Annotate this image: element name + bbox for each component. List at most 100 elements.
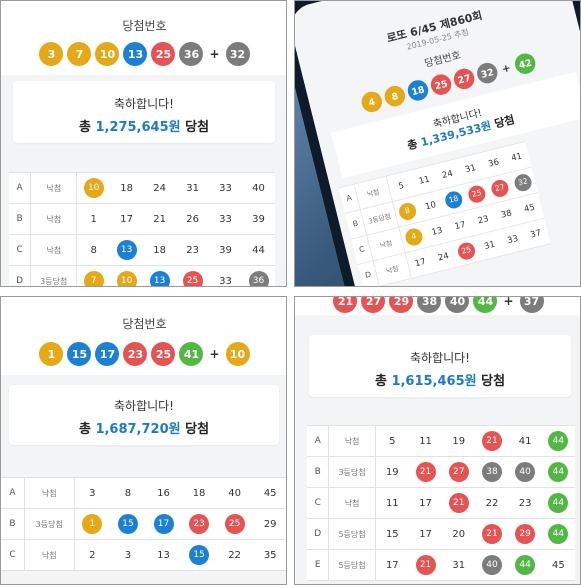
matched-number-ball: 32 <box>512 172 534 193</box>
prize-amount: 1,687,720원 <box>95 422 181 437</box>
number-cell: 40 <box>508 456 542 488</box>
number-cell: 23 <box>181 508 217 540</box>
number-cell: 45 <box>541 549 575 581</box>
matched-number-ball: 21 <box>481 431 502 451</box>
number-cell: 40 <box>475 549 509 581</box>
table-row: B 3등당첨 19 21 27 38 40 44 <box>307 456 575 488</box>
row-rank: 5등당첨 <box>328 549 376 581</box>
panel-bottom-left: 당첨번호 1 15 17 23 25 41 +10 축하합니다! 총 1,687,720원 … <box>0 296 287 585</box>
number-cell: 33 <box>209 172 242 204</box>
row-rank: 3등당첨 <box>30 265 78 286</box>
matched-number-ball: 8 <box>397 201 418 222</box>
row-letter: D <box>9 265 32 286</box>
matched-number-ball: 44 <box>515 555 536 575</box>
prize-prefix: 총 <box>78 120 91 135</box>
number-text: 13 <box>157 549 170 561</box>
matched-number-ball: 44 <box>548 524 569 544</box>
number-ball-icon: 21 <box>333 297 358 313</box>
number-cell: 17 <box>145 508 182 540</box>
number-cell: 11 <box>375 487 409 519</box>
number-text: 41 <box>510 151 524 163</box>
number-cell: 22 <box>216 539 253 571</box>
ticket-table: A 낙첨 5 11 19 21 41 44 B 3등당첨 19 21 27 38 40 44 C 낙첨 11 17 21… <box>307 425 575 581</box>
matched-number-ball: 13 <box>149 271 170 286</box>
winning-numbers-title: 당첨번호 <box>122 19 167 33</box>
matched-number-ball: 44 <box>548 462 569 482</box>
number-cell: 24 <box>143 172 177 204</box>
number-cell: 17 <box>408 487 443 519</box>
row-rank: 낙첨 <box>30 172 78 204</box>
winning-header: 당첨번호 1 15 17 23 25 41 +10 <box>1 297 286 375</box>
number-ball-icon: 3 <box>39 42 64 66</box>
number-text: 21 <box>153 213 166 225</box>
phone-device: 로또 6/45 제860회 2019-05-25 추첨 당첨번호 4 8 18 25 2… <box>295 1 580 286</box>
number-cell: 33 <box>209 265 242 287</box>
number-text: 15 <box>385 528 399 540</box>
ticket-table: A 낙첨 10 18 24 31 33 40 B 낙첨 1 17 21 26 33 39 C 낙첨 8 13 18 23 3… <box>9 172 275 287</box>
number-ball-icon: 36 <box>179 42 204 66</box>
matched-number-ball: 17 <box>153 514 174 534</box>
panel-top-right: 로또 6/45 제860회 2019-05-25 추첨 당첨번호 4 8 18 25 2… <box>294 0 581 287</box>
prize-total: 총 1,615,465원 당첨 <box>309 370 571 389</box>
number-cell: 16 <box>145 477 182 509</box>
number-cell: 11 <box>408 425 443 457</box>
number-ball-icon: 41 <box>179 342 204 366</box>
number-cell: 20 <box>442 518 476 550</box>
number-cell: 19 <box>375 456 409 488</box>
number-text: 11 <box>419 435 432 447</box>
number-cell: 25 <box>176 265 210 286</box>
number-text: 33 <box>506 233 520 246</box>
number-cell: 18 <box>143 234 177 266</box>
number-text: 1 <box>90 213 97 225</box>
row-letter: B <box>1 508 25 540</box>
number-ball-icon: 13 <box>123 42 148 66</box>
row-rank: 낙첨 <box>24 477 75 509</box>
number-cell: 13 <box>145 539 182 571</box>
prize-suffix: 당첨 <box>481 374 506 389</box>
number-text: 18 <box>153 244 166 256</box>
matched-number-ball: 25 <box>182 271 203 286</box>
number-ball-icon: 29 <box>389 297 414 313</box>
table-row: C 낙첨 2 3 13 15 22 35 <box>1 539 286 571</box>
number-text: 19 <box>385 466 399 478</box>
number-cell: 31 <box>442 549 476 581</box>
matched-number-ball: 15 <box>117 514 138 534</box>
matched-number-ball: 36 <box>248 271 269 286</box>
number-cell: 22 <box>475 487 509 519</box>
plus-sign: + <box>503 296 514 308</box>
number-text: 5 <box>389 435 396 447</box>
number-text: 17 <box>120 213 134 225</box>
plus-sign: + <box>209 347 220 361</box>
matched-number-ball: 27 <box>448 462 469 482</box>
number-text: 3 <box>89 487 96 499</box>
matched-number-ball: 21 <box>481 524 502 544</box>
number-text: 8 <box>124 487 132 499</box>
number-cell: 13 <box>143 265 177 286</box>
number-text: 33 <box>219 182 232 194</box>
winning-header: 당첨번호 3 7 10 13 25 36 +32 <box>1 1 286 75</box>
panel-bottom-right: 21 27 29 38 40 44 +37 축하합니다! 총 1,615,465원 당첨 A… <box>294 296 581 585</box>
congrats-text: 축하합니다! <box>113 399 174 413</box>
number-text: 22 <box>485 497 499 509</box>
number-text: 39 <box>219 244 232 256</box>
row-rank: 5등당첨 <box>328 518 376 550</box>
number-text: 3 <box>124 549 132 561</box>
congrats-text: 축하합니다! <box>113 97 174 111</box>
number-cell: 44 <box>541 425 575 457</box>
matched-number-ball: 18 <box>443 189 465 211</box>
number-cell: 44 <box>242 234 275 266</box>
row-rank: 낙첨 <box>24 539 75 571</box>
number-cell: 31 <box>176 172 210 204</box>
row-letter: C <box>9 234 32 266</box>
number-text: 31 <box>452 559 466 571</box>
number-text: 33 <box>219 275 232 287</box>
row-letter: A <box>307 425 330 457</box>
number-ball-icon: 4 <box>359 89 385 115</box>
number-cell: 39 <box>242 203 275 235</box>
congrats-card: 축하합니다! 총 1,275,645원 당첨 <box>13 81 275 143</box>
matched-number-ball: 44 <box>548 431 569 451</box>
number-cell: 1 <box>76 203 111 235</box>
number-cell: 37 <box>521 218 551 250</box>
table-row: D 5등당첨 15 17 20 21 29 44 <box>307 518 575 550</box>
number-cell: 3 <box>110 539 146 571</box>
